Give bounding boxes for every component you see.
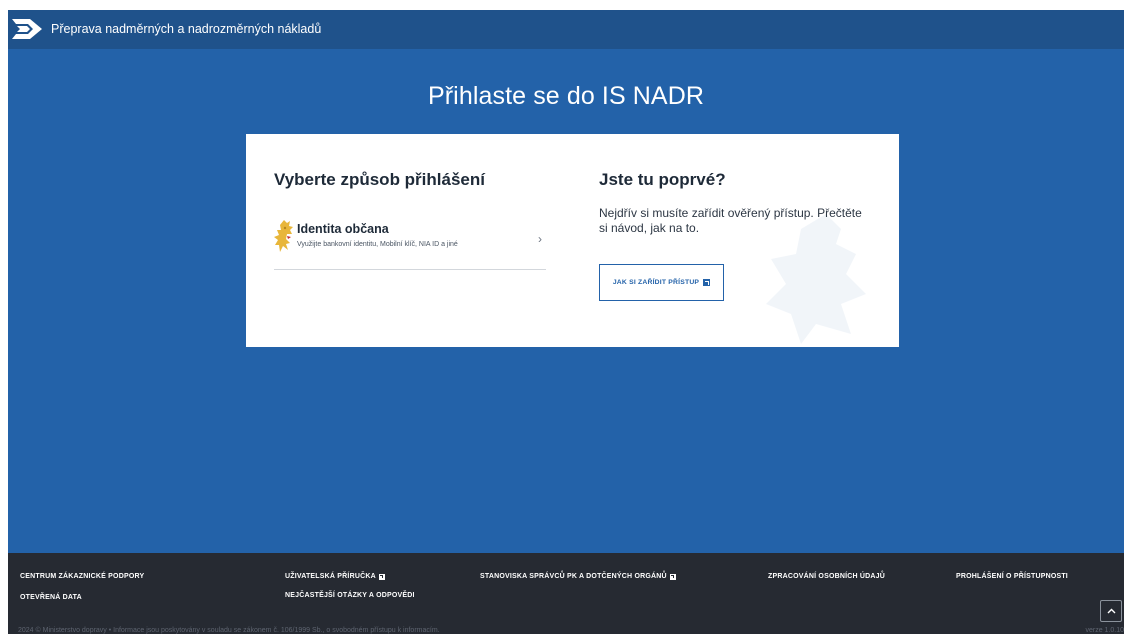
external-link-icon bbox=[669, 573, 676, 580]
footer-link-faq[interactable]: NEJČASTĚJŠÍ OTÁZKY A ODPOVĚDI bbox=[285, 592, 415, 599]
footer: CENTRUM ZÁKAZNICKÉ PODPORY OTEVŘENÁ DATA… bbox=[8, 553, 1124, 634]
road-sign-arrow-icon[interactable] bbox=[12, 15, 44, 43]
footer-link-personal-data[interactable]: ZPRACOVÁNÍ OSOBNÍCH ÚDAJŮ bbox=[768, 573, 885, 580]
how-to-get-access-label: JAK SI ZAŘÍDIT PŘÍSTUP bbox=[612, 279, 700, 286]
login-card: Vyberte způsob přihlášení Identita občan… bbox=[246, 134, 899, 347]
footer-link-support[interactable]: CENTRUM ZÁKAZNICKÉ PODPORY bbox=[20, 573, 144, 580]
app-title[interactable]: Přeprava nadměrných a nadrozměrných nákl… bbox=[51, 22, 321, 36]
footer-link-personal-data-label: ZPRACOVÁNÍ OSOBNÍCH ÚDAJŮ bbox=[768, 573, 886, 580]
first-time-text: Nejdřív si musíte zařídit ověřený přístu… bbox=[599, 206, 862, 235]
app-window: Přeprava nadměrných a nadrozměrných nákl… bbox=[8, 10, 1124, 634]
footer-link-accessibility-label: PROHLÁŠENÍ O PŘÍSTUPNOSTI bbox=[956, 573, 1068, 580]
login-methods-heading: Vyberte způsob přihlášení bbox=[274, 170, 485, 189]
footer-link-statements-label: STANOVISKA SPRÁVCŮ PK A DOTČENÝCH ORGÁNŮ bbox=[480, 573, 667, 580]
czech-lion-icon bbox=[274, 220, 293, 252]
page-title: Přihlaste se do IS NADR bbox=[427, 82, 705, 110]
footer-link-open-data[interactable]: OTEVŘENÁ DATA bbox=[20, 594, 82, 601]
login-option-description: Využijte bankovní identitu, Mobilní klíč… bbox=[297, 241, 458, 248]
copyright-text: 2024 © Ministerstvo dopravy • Informace … bbox=[18, 627, 440, 634]
top-bar: Přeprava nadměrných a nadrozměrných nákl… bbox=[8, 10, 1124, 49]
login-option-title: Identita občana bbox=[297, 222, 389, 236]
footer-link-faq-label: NEJČASTĚJŠÍ OTÁZKY A ODPOVĚDI bbox=[285, 592, 415, 599]
first-time-heading: Jste tu poprvé? bbox=[599, 170, 726, 189]
footer-link-manual-label: UŽIVATELSKÁ PŘÍRUČKA bbox=[285, 573, 376, 580]
chevron-right-icon: › bbox=[538, 232, 542, 246]
external-link-icon bbox=[378, 573, 385, 580]
chevron-up-icon bbox=[1107, 608, 1115, 614]
footer-link-statements[interactable]: STANOVISKA SPRÁVCŮ PK A DOTČENÝCH ORGÁNŮ bbox=[480, 573, 676, 580]
scroll-to-top-button[interactable] bbox=[1100, 600, 1122, 622]
footer-link-manual[interactable]: UŽIVATELSKÁ PŘÍRUČKA bbox=[285, 573, 385, 580]
login-option-citizen-identity[interactable]: Identita občana Využijte bankovní identi… bbox=[274, 212, 546, 270]
external-link-icon bbox=[703, 279, 711, 286]
footer-link-accessibility[interactable]: PROHLÁŠENÍ O PŘÍSTUPNOSTI bbox=[956, 573, 1068, 580]
how-to-get-access-button[interactable]: JAK SI ZAŘÍDIT PŘÍSTUP bbox=[599, 264, 724, 301]
footer-link-open-data-label: OTEVŘENÁ DATA bbox=[20, 594, 82, 601]
version-text: verze 1.0.10 bbox=[1085, 627, 1124, 634]
footer-link-support-label: CENTRUM ZÁKAZNICKÉ PODPORY bbox=[20, 573, 145, 580]
